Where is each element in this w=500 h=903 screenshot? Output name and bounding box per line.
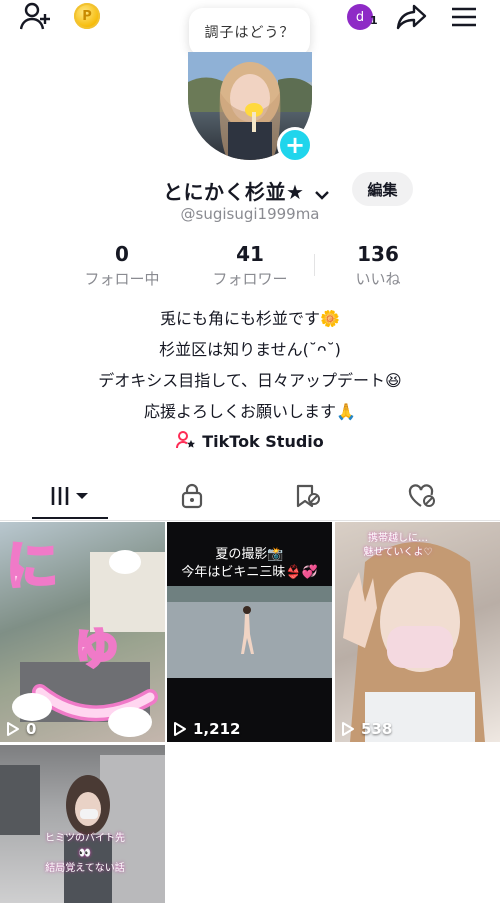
display-name[interactable]: とにかく杉並★ — [163, 176, 330, 206]
share-arrow-icon[interactable] — [394, 0, 430, 34]
video-caption: 携帯越しに… 魅せていくよ♡ — [363, 533, 433, 558]
stat-likes-count: 136 — [357, 242, 399, 266]
bio-line: 兎にも角にも杉並です🌼 — [160, 309, 340, 328]
play-icon — [7, 722, 19, 736]
view-count: 1,212 — [173, 720, 240, 738]
add-friend-icon[interactable] — [18, 0, 54, 34]
bio-line: 応援よろしくお願いします🙏 — [144, 402, 356, 421]
stat-followers-label: フォロワー — [212, 270, 288, 288]
coin-icon[interactable]: P — [74, 3, 100, 29]
profile-tabs — [0, 476, 500, 521]
stat-followers[interactable]: 41 フォロワー — [200, 242, 300, 289]
video-thumbnail[interactable]: ヒミツのバイト先 👀 結局覚えてない話 — [0, 745, 165, 903]
tab-videos[interactable] — [20, 476, 120, 520]
active-tab-indicator — [32, 517, 108, 519]
play-icon — [174, 722, 186, 736]
view-count: 0 — [6, 720, 36, 738]
stat-following[interactable]: 0 フォロー中 — [72, 242, 172, 289]
video-thumbnail[interactable]: 携帯越しに… 魅せていくよ♡ 538 — [335, 522, 500, 742]
grid-icon — [50, 485, 90, 511]
video-thumbnail[interactable]: 夏の撮影📸 今年はビキニ三昧👙💞 1,212 — [167, 522, 332, 742]
display-name-text: とにかく杉並★ — [163, 180, 305, 204]
tab-liked[interactable] — [372, 476, 472, 520]
view-count-value: 0 — [26, 720, 37, 738]
studio-person-star-icon — [176, 431, 196, 453]
notification-count: 1 — [370, 14, 378, 27]
stats-divider — [314, 254, 315, 276]
hamburger-icon[interactable] — [446, 0, 482, 34]
bio-line: 杉並区は知りません(˘ᴖ˘) — [159, 340, 341, 359]
chevron-down-icon[interactable] — [314, 182, 330, 206]
lock-icon — [180, 483, 204, 513]
bookmark-icon — [294, 483, 322, 513]
view-count: 538 — [341, 720, 392, 738]
view-count-value: 538 — [361, 720, 393, 738]
status-prompt-bubble[interactable]: 調子はどう？ — [189, 8, 310, 56]
bio-line: デオキシス目指して、日々アップデート😆 — [98, 371, 402, 390]
view-count-value: 1,212 — [193, 720, 241, 738]
stat-likes[interactable]: 136 いいね — [328, 242, 428, 289]
video-caption: ヒミツのバイト先 👀 結局覚えてない話 — [45, 833, 125, 874]
username: @sugisugi1999ma — [180, 205, 320, 223]
stat-following-label: フォロー中 — [84, 270, 160, 288]
video-thumbnail[interactable]: に ゅ 0 — [0, 522, 165, 742]
stat-likes-label: いいね — [355, 270, 401, 288]
add-avatar-plus-icon[interactable]: + — [277, 127, 313, 163]
edit-profile-button[interactable]: 編集 — [352, 172, 413, 206]
tiktok-studio-link[interactable]: TikTok Studio — [0, 431, 500, 453]
stat-followers-count: 41 — [236, 242, 264, 266]
svg-text:ゅ: ゅ — [70, 615, 122, 675]
stat-following-count: 0 — [115, 242, 129, 266]
heart-icon — [407, 483, 437, 513]
video-caption: 夏の撮影📸 今年はビキニ三昧👙💞 — [181, 547, 318, 580]
tab-saved[interactable] — [258, 476, 358, 520]
play-icon — [342, 722, 354, 736]
tab-private[interactable] — [142, 476, 242, 520]
svg-text:に: に — [6, 537, 58, 597]
tiktok-studio-label: TikTok Studio — [202, 432, 324, 451]
